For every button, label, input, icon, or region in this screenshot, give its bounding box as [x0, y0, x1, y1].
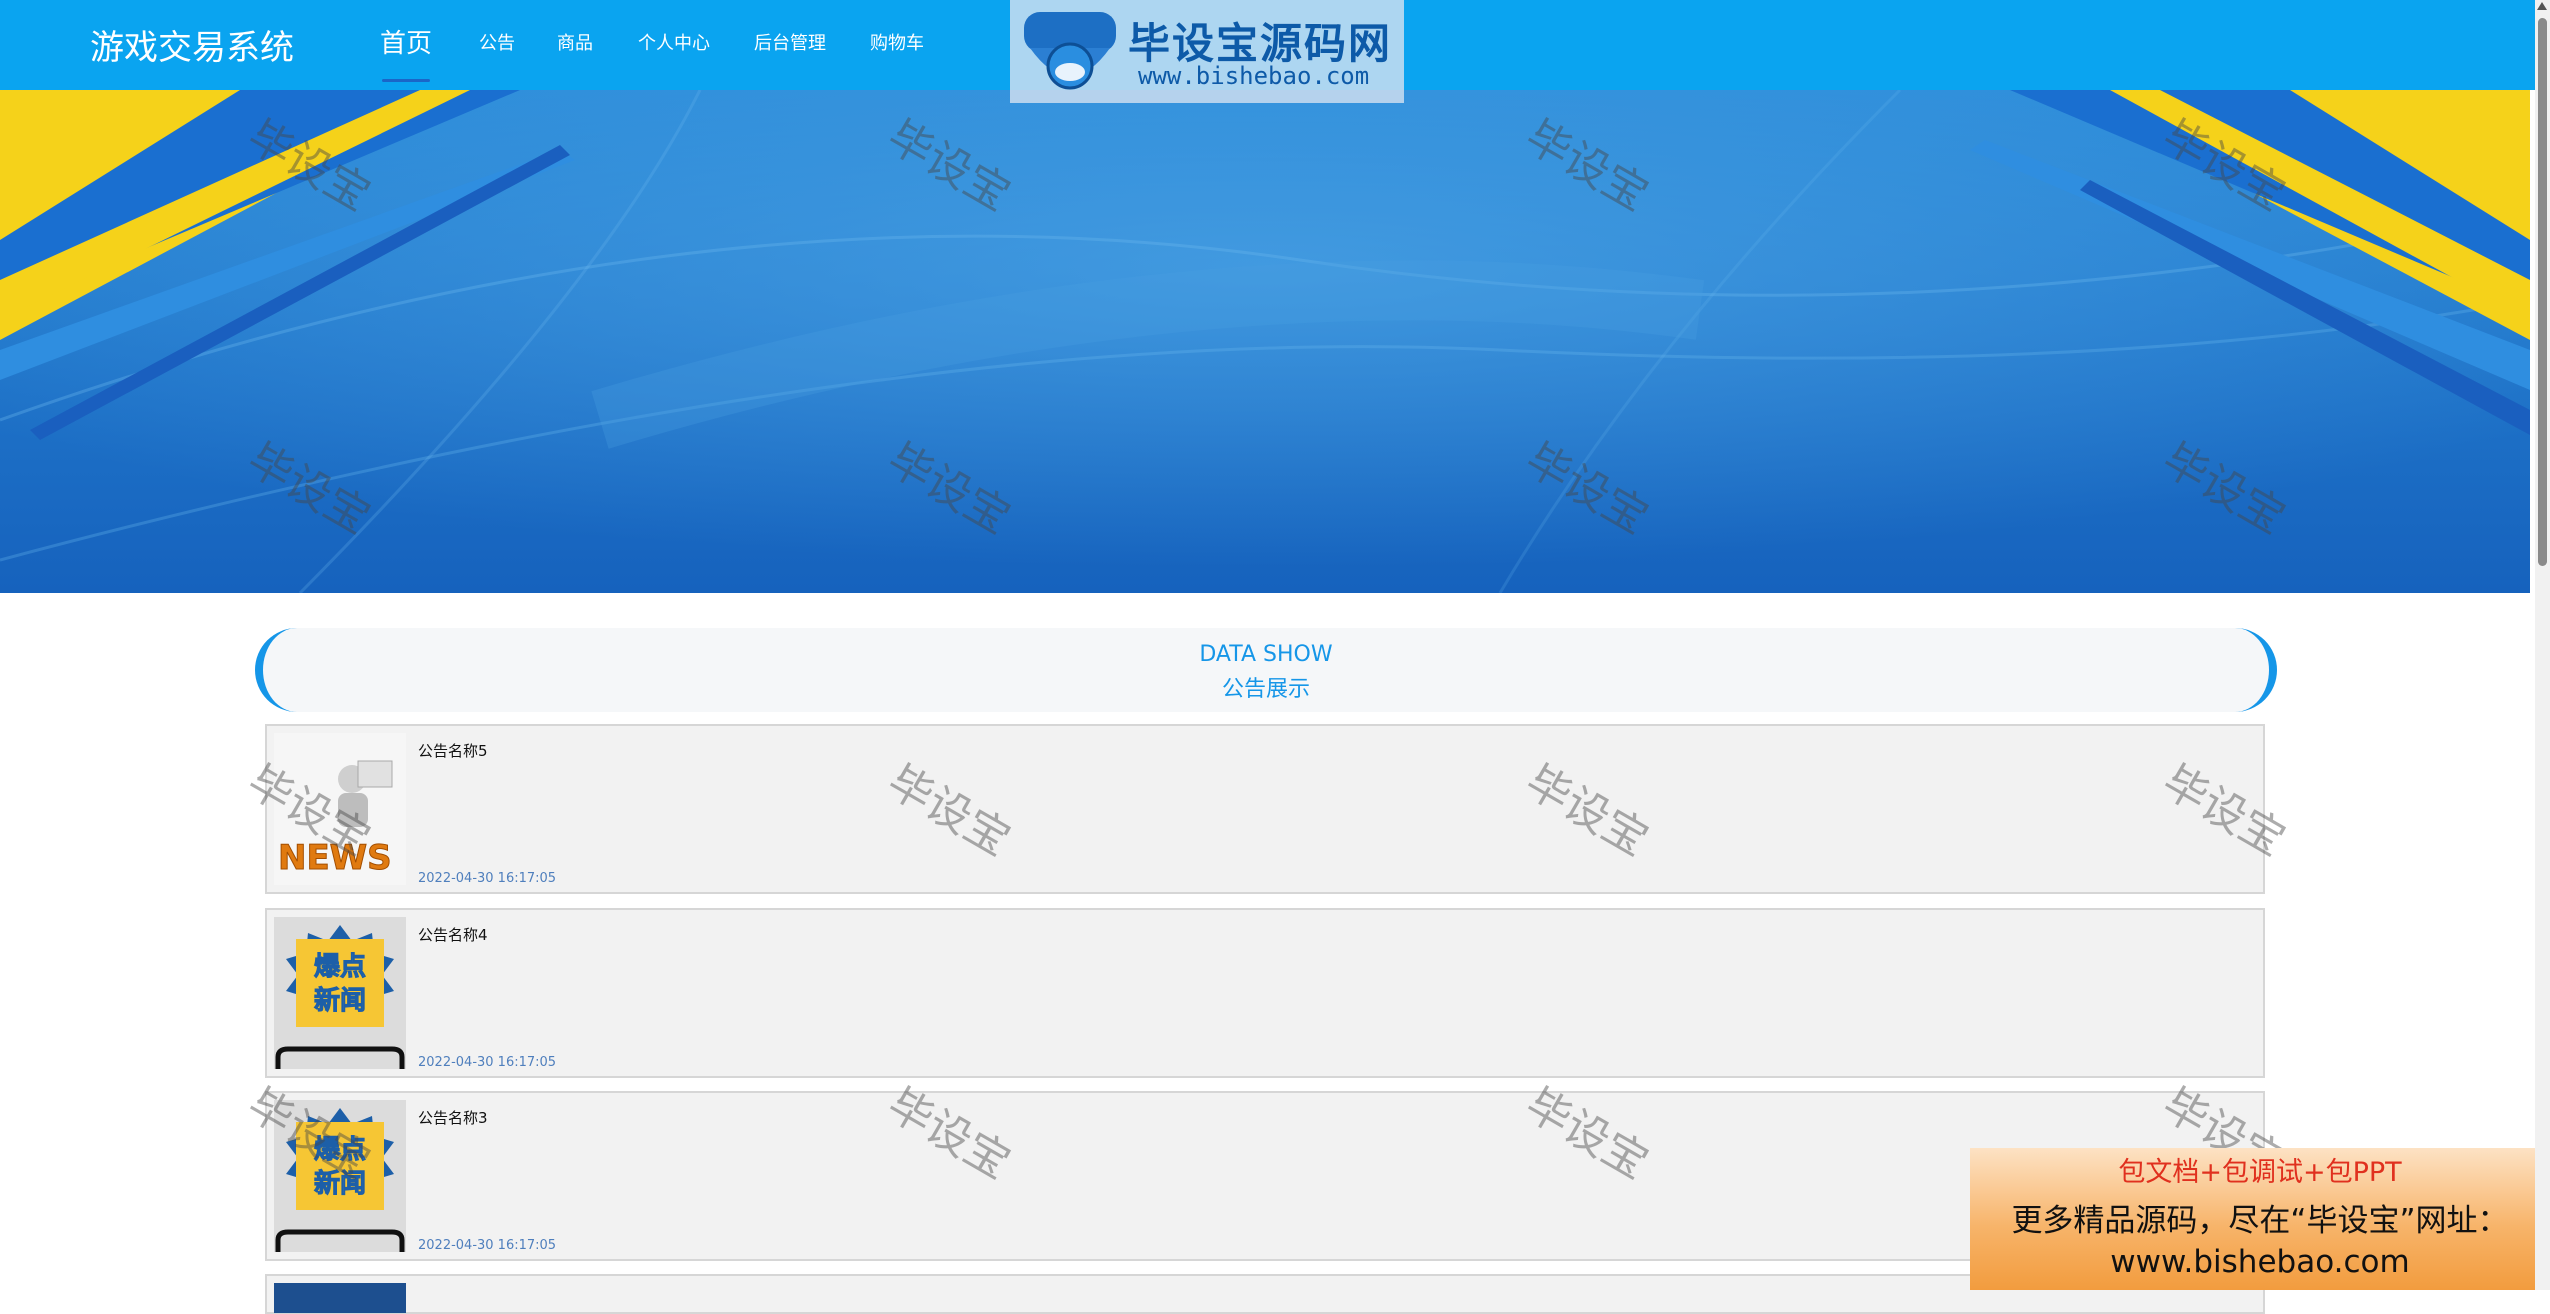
nav-item-label: 后台管理 — [754, 33, 826, 54]
banner-image — [0, 90, 2530, 593]
logo-emblem-icon — [1024, 12, 1116, 90]
notice-item[interactable] — [265, 1274, 2265, 1314]
scroll-up-arrow-icon[interactable] — [2537, 2, 2547, 10]
notice-time: 2022-04-30 16:17:05 — [418, 1238, 557, 1253]
svg-text:NEWS: NEWS — [278, 838, 392, 878]
site-logo-badge[interactable]: 毕设宝源码网 www.bishebao.com — [1010, 0, 1404, 103]
nav-item-label: 首页 — [380, 29, 433, 59]
site-title: 游戏交易系统 — [90, 28, 294, 68]
section-heading: DATA SHOW 公告展示 — [255, 628, 2277, 712]
nav-item-notice[interactable]: 公告 — [479, 0, 515, 90]
notice-thumbnail: 爆点 新闻 — [274, 917, 406, 1069]
notice-title: 公告名称5 — [418, 742, 488, 760]
notice-title: 公告名称4 — [418, 926, 488, 944]
promo-line-2: 更多精品源码，尽在“毕设宝”网址： — [2011, 1203, 2509, 1239]
notice-thumbnail: 爆点 新闻 — [274, 1100, 406, 1252]
breaking-news-image-icon: 爆点 新闻 — [274, 917, 406, 1069]
svg-text:新闻: 新闻 — [314, 985, 366, 1016]
banner-carousel — [0, 90, 2530, 593]
svg-text:新闻: 新闻 — [314, 1168, 366, 1199]
nav-item-goods[interactable]: 商品 — [557, 0, 593, 90]
notice-thumbnail: NEWS — [274, 733, 406, 885]
notice-item[interactable]: NEWS 公告名称5 2022-04-30 16:17:05 — [265, 724, 2265, 894]
logo-url: www.bishebao.com — [1138, 62, 1370, 90]
scrollbar-thumb[interactable] — [2538, 18, 2547, 566]
notice-title: 公告名称3 — [418, 1109, 488, 1127]
breaking-news-image-icon: 爆点 新闻 — [274, 1100, 406, 1252]
nav-item-label: 商品 — [557, 33, 593, 54]
notice-item[interactable]: 爆点 新闻 公告名称3 2022-04-30 16:17:05 — [265, 1091, 2265, 1261]
nav-item-cart[interactable]: 购物车 — [870, 0, 924, 90]
nav-item-admin[interactable]: 后台管理 — [754, 0, 826, 90]
notice-time: 2022-04-30 16:17:05 — [418, 871, 557, 886]
nav-item-home[interactable]: 首页 — [380, 0, 432, 90]
notice-thumbnail — [274, 1283, 406, 1313]
section-title-en: DATA SHOW — [1199, 642, 1333, 667]
nav-item-label: 公告 — [479, 33, 515, 54]
promo-banner[interactable]: 包文档+包调试+包PPT 更多精品源码，尽在“毕设宝”网址： www.bishe… — [1970, 1148, 2550, 1290]
nav-item-personal-center[interactable]: 个人中心 — [638, 0, 710, 90]
section-title-cn: 公告展示 — [1221, 677, 1310, 702]
nav-item-label: 购物车 — [870, 33, 924, 54]
notice-item[interactable]: 爆点 新闻 公告名称4 2022-04-30 16:17:05 — [265, 908, 2265, 1078]
svg-text:爆点: 爆点 — [314, 1134, 366, 1165]
news-image-icon: NEWS — [274, 733, 406, 885]
page-scrollbar[interactable] — [2535, 0, 2550, 1290]
active-nav-indicator — [382, 79, 431, 82]
promo-line-3: www.bishebao.com — [2110, 1244, 2410, 1280]
notice-time: 2022-04-30 16:17:05 — [418, 1055, 557, 1070]
svg-text:爆点: 爆点 — [314, 951, 366, 982]
promo-line-1: 包文档+包调试+包PPT — [2118, 1157, 2402, 1188]
nav-item-label: 个人中心 — [638, 33, 710, 54]
